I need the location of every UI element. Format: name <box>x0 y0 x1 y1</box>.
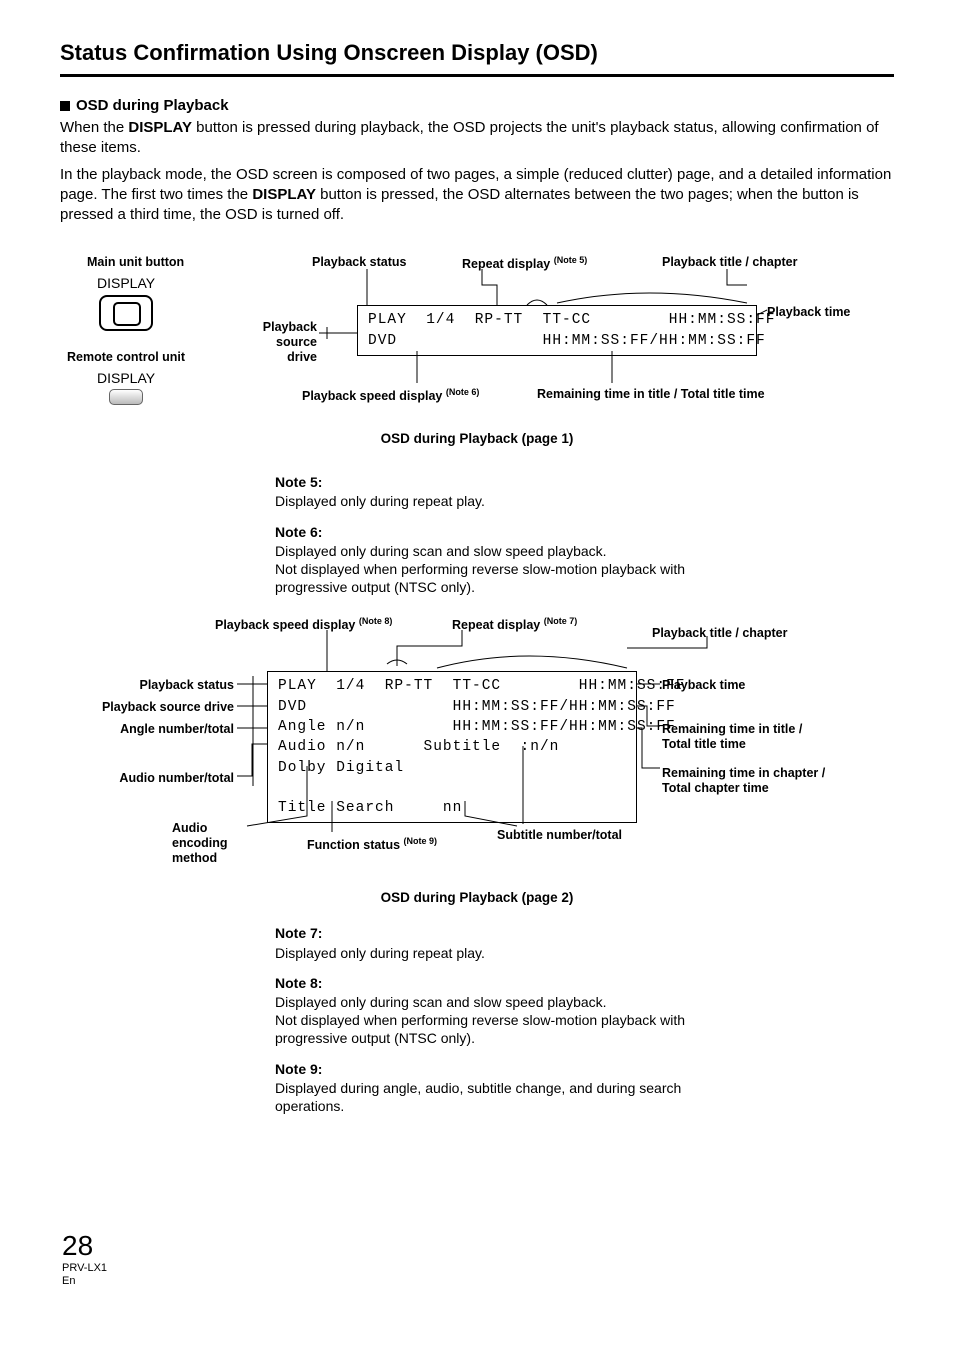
osd-box-page1: PLAY 1/4 RP-TT TT-CC HH:MM:SS:FF DVD HH:… <box>357 305 757 356</box>
label-playback-time: Playback time <box>767 305 850 320</box>
label-remaining-chapter: Remaining time in chapter / Total chapte… <box>662 766 852 796</box>
label-remaining-title: Remaining time in title / Total title ti… <box>662 722 832 752</box>
label-main-unit-button: Main unit button <box>87 255 184 270</box>
model-name: PRV-LX1 <box>62 1262 107 1275</box>
diagram-2: Playback speed display (Note 8) Repeat d… <box>67 616 887 906</box>
page-footer: 28 PRV-LX1 En <box>62 1230 107 1288</box>
label-remaining-time: Remaining time in title / Total title ti… <box>537 387 765 402</box>
display-button-main: DISPLAY <box>97 275 155 335</box>
label-audio-encoding: Audio encoding method <box>172 821 242 866</box>
label-playback-title-chapter: Playback title / chapter <box>662 255 797 270</box>
label-function-status: Function status (Note 9) <box>307 836 437 853</box>
diagram-2-caption: OSD during Playback (page 2) <box>67 890 887 905</box>
label-audio-number: Audio number/total <box>87 771 234 786</box>
label-playback-time-2: Playback time <box>662 678 745 693</box>
section-header-text: OSD during Playback <box>76 97 229 114</box>
language: En <box>62 1275 107 1288</box>
osd-box-page2: PLAY 1/4 RP-TT TT-CC HH:MM:SS:FF DVD HH:… <box>267 671 637 823</box>
note-7: Note 7: Displayed only during repeat pla… <box>275 924 745 961</box>
label-playback-title-chapter-2: Playback title / chapter <box>652 626 787 641</box>
diagram-1-caption: OSD during Playback (page 1) <box>67 431 887 446</box>
label-playback-status: Playback status <box>312 255 407 270</box>
label-repeat-display: Repeat display (Note 5) <box>462 255 587 272</box>
note-9: Note 9: Displayed during angle, audio, s… <box>275 1060 745 1116</box>
label-angle-number: Angle number/total <box>89 722 234 737</box>
paragraph-2: In the playback mode, the OSD screen is … <box>60 165 894 226</box>
section-header: OSD during Playback <box>60 97 894 114</box>
label-subtitle-number: Subtitle number/total <box>497 828 622 843</box>
label-playback-speed-display-2: Playback speed display (Note 8) <box>215 616 392 633</box>
page-number: 28 <box>62 1230 107 1262</box>
note-5: Note 5: Displayed only during repeat pla… <box>275 473 745 510</box>
label-playback-status-2: Playback status <box>104 678 234 693</box>
label-remote-control-unit: Remote control unit <box>67 350 185 365</box>
display-button-remote: DISPLAY <box>97 370 155 408</box>
note-6: Note 6: Displayed only during scan and s… <box>275 523 745 597</box>
label-repeat-display-2: Repeat display (Note 7) <box>452 616 577 633</box>
label-playback-source-drive: Playback source drive <box>257 320 317 365</box>
label-playback-speed-display: Playback speed display (Note 6) <box>302 387 479 404</box>
page-title: Status Confirmation Using Onscreen Displ… <box>60 40 894 77</box>
diagram-1: Main unit button DISPLAY Remote control … <box>67 255 887 455</box>
bullet-square-icon <box>60 101 70 111</box>
note-8: Note 8: Displayed only during scan and s… <box>275 974 745 1048</box>
paragraph-1: When the DISPLAY button is pressed durin… <box>60 118 894 159</box>
label-playback-source-drive-2: Playback source drive <box>67 700 234 715</box>
